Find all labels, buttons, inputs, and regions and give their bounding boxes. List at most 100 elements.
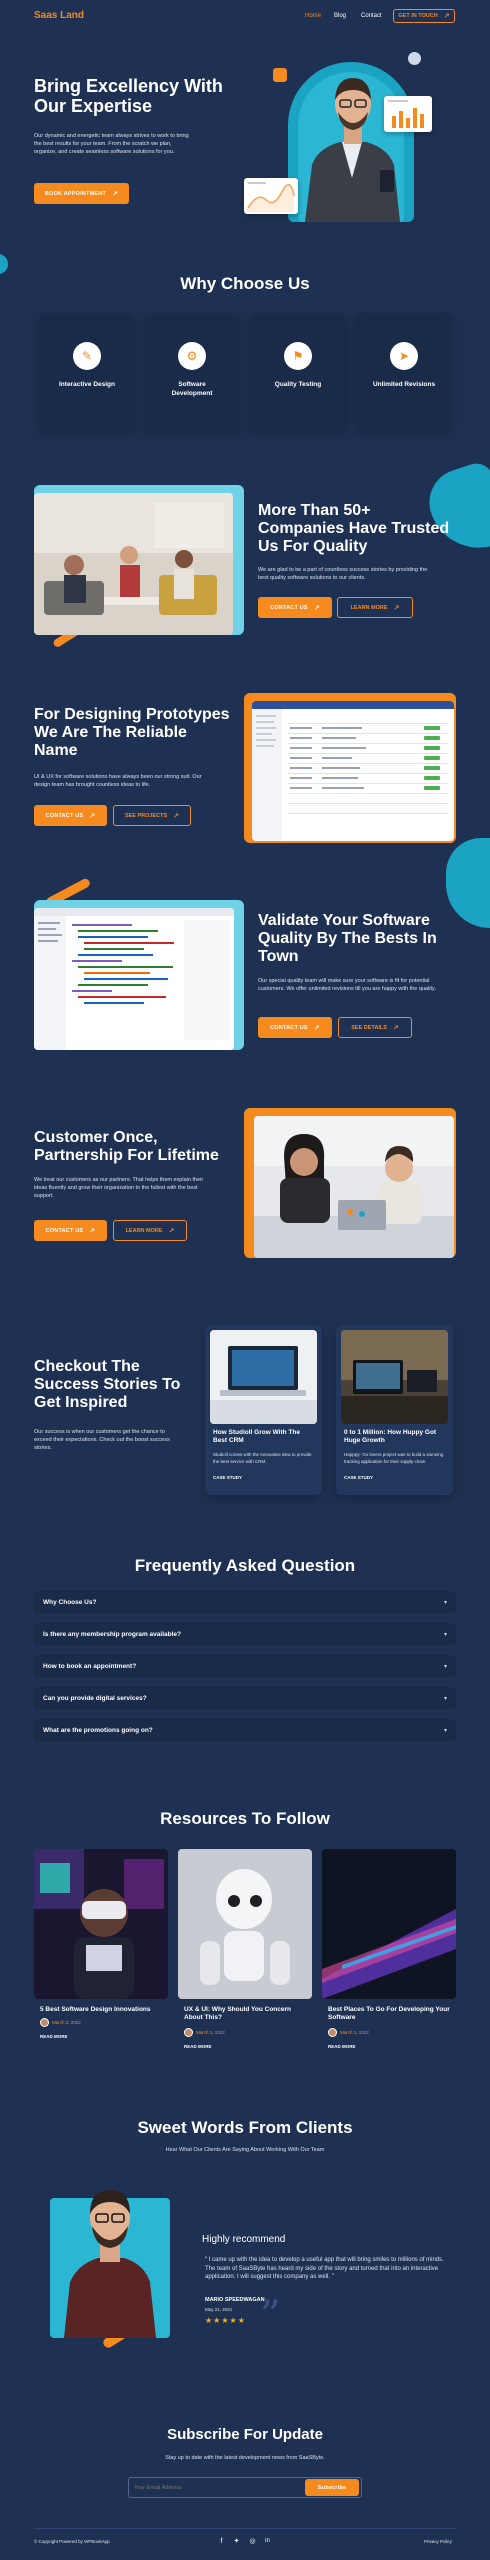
book-appointment-button[interactable]: BOOK APPOINTMENT ↗ [34,183,129,204]
faq-item[interactable]: Why Choose Us? ▾ [34,1591,456,1613]
faq-item[interactable]: Is there any membership program availabl… [34,1623,456,1645]
contact-label: CONTACT US [45,1227,84,1234]
arrow-icon: ↗ [443,13,450,20]
subscribe-label: Subscribe [317,2484,347,2491]
story-card-growth[interactable]: 0 to 1 Million: How Huppy Got Huge Growt… [336,1325,453,1495]
testimonial-heading: Highly recommend [202,2234,286,2245]
faq-question: What are the promotions going on? [43,1726,153,1734]
story-title: 0 to 1 Million: How Huppy Got Huge Growt… [344,1429,437,1445]
stories-text: Our success is when our customers get th… [34,1429,170,1451]
case-study-link[interactable]: CASE STUDY [344,1475,373,1480]
story-title: How Studioll Grow With The Best CRM [213,1429,300,1445]
arrow-icon: ↗ [89,812,96,820]
hero-chart-card [384,96,432,132]
instagram-icon[interactable]: ◎ [248,2537,257,2546]
nav-contact[interactable]: Contact [361,13,382,19]
hero-growth-card [244,178,298,214]
feature-card-development[interactable]: ⚙ Software Development [144,313,240,430]
team-photo [34,493,233,635]
faq-item[interactable]: How to book an appointment? ▾ [34,1655,456,1677]
client-photo [50,2170,170,2338]
twitter-icon[interactable]: ✦ [232,2537,241,2546]
nav-blog[interactable]: Blog [334,13,346,19]
trusted-contact-button[interactable]: CONTACT US ↗ [258,597,332,618]
resource-date: March 3, 2022 [340,2030,369,2035]
copyright-text: © Copyright Powered by WPBookApp [34,2539,110,2544]
feature-card-revisions[interactable]: ➤ Unlimited Revisions [356,313,452,430]
resource-image-vr[interactable] [34,1849,168,1999]
why-title: Why Choose Us [180,274,310,293]
faq-question: Is there any membership program availabl… [43,1630,181,1638]
partnership-title: Customer Once, Partnership For Lifetime [34,1129,219,1164]
trusted-title: More Than 50+ Companies Have Trusted Us … [258,502,450,555]
case-study-link[interactable]: CASE STUDY [213,1475,242,1480]
feature-label: Quality Testing [274,381,322,388]
learn-more-label: LEARN MORE [350,604,388,611]
resource-image-robot[interactable] [178,1849,312,1999]
hero-text: Our dynamic and energetic team always st… [34,133,189,155]
read-more-link[interactable]: READ MORE [184,2044,212,2049]
book-appointment-label: BOOK APPOINTMENT [44,190,106,197]
chevron-down-icon: ▾ [443,1695,447,1702]
trusted-learn-more-button[interactable]: LEARN MORE ↗ [337,597,413,618]
feature-card-design[interactable]: ✎ Interactive Design [39,313,135,430]
get-in-touch-button[interactable]: GET IN TOUCH ↗ [393,9,455,23]
validate-text: Our special quality team will make sure … [258,978,436,992]
see-details-button[interactable]: SEE DETAILS ↗ [338,1017,412,1038]
resource-image-laptop-glow[interactable] [322,1849,456,1999]
faq-title: Frequently Asked Question [134,1556,356,1575]
email-input[interactable] [134,2480,284,2495]
left-teal-blob [0,254,8,274]
avatar [328,2028,337,2037]
story-image-desk [341,1330,448,1424]
hero-title: Bring Excellency With Our Expertise [34,76,223,117]
meeting-photo [254,1116,454,1258]
trusted-text: We are glad to be a part of countless su… [258,567,428,581]
story-text: Studioll comes with the Innovative idea … [213,1452,312,1464]
nav-home[interactable]: Home [305,13,321,19]
resource-date: March 3, 2022 [196,2030,225,2035]
resource-title[interactable]: Best Places To Go For Developing Your So… [328,2006,453,2023]
feature-card-testing[interactable]: ⚑ Quality Testing [250,313,346,430]
see-details-label: SEE DETAILS [351,1024,387,1031]
arrow-icon: ↗ [111,190,119,198]
read-more-link[interactable]: READ MORE [40,2034,68,2039]
see-projects-button[interactable]: SEE PROJECTS ↗ [113,805,191,826]
feature-label: Software Development [171,381,213,397]
resource-date: March 3, 2022 [52,2020,81,2025]
faq-question: How to book an appointment? [43,1662,137,1670]
footer-divider [34,2528,456,2529]
testing-icon: ⚑ [284,342,312,370]
story-card-crm[interactable]: How Studioll Grow With The Best CRM Stud… [205,1325,322,1495]
testimonial-subtitle: Hear What Our Clients Are Saying About W… [165,2147,325,2153]
faq-item[interactable]: Can you provide digital services? ▾ [34,1687,456,1709]
avatar [184,2028,193,2037]
arrow-icon: ↗ [313,1024,320,1032]
hero-circle-decor [408,52,421,65]
logo[interactable]: Saas Land [34,10,84,21]
dashboard-screenshot [252,701,454,841]
prototypes-contact-button[interactable]: CONTACT US ↗ [34,805,107,826]
read-more-link[interactable]: READ MORE [328,2044,356,2049]
faq-question: Why Choose Us? [43,1598,97,1606]
faq-item[interactable]: What are the promotions going on? ▾ [34,1719,456,1741]
facebook-icon[interactable]: f [217,2537,226,2546]
subscribe-button[interactable]: Subscribe [305,2479,359,2496]
arrow-icon: ↗ [173,812,180,820]
quote-mark-icon: ” [260,2293,281,2339]
chevron-down-icon: ▾ [443,1631,447,1638]
avatar [40,2018,49,2027]
privacy-policy-link[interactable]: Privacy Policy [424,2539,452,2544]
revision-icon: ➤ [390,342,418,370]
stories-title: Checkout The Success Stories To Get Insp… [34,1358,181,1411]
faq-question: Can you provide digital services? [43,1694,147,1702]
partnership-learn-more-button[interactable]: LEARN MORE ↗ [113,1220,187,1241]
client-date: May 21, 2021 [205,2307,233,2312]
resource-title[interactable]: 5 Best Software Design Innovations [40,2006,165,2014]
linkedin-icon[interactable]: in [263,2537,272,2546]
contact-label: CONTACT US [270,1024,308,1031]
validate-contact-button[interactable]: CONTACT US ↗ [258,1017,332,1038]
resource-title[interactable]: UX & UI: Why Should You Concern About Th… [184,2006,309,2023]
arrow-icon: ↗ [89,1227,96,1235]
partnership-contact-button[interactable]: CONTACT US ↗ [34,1220,107,1241]
